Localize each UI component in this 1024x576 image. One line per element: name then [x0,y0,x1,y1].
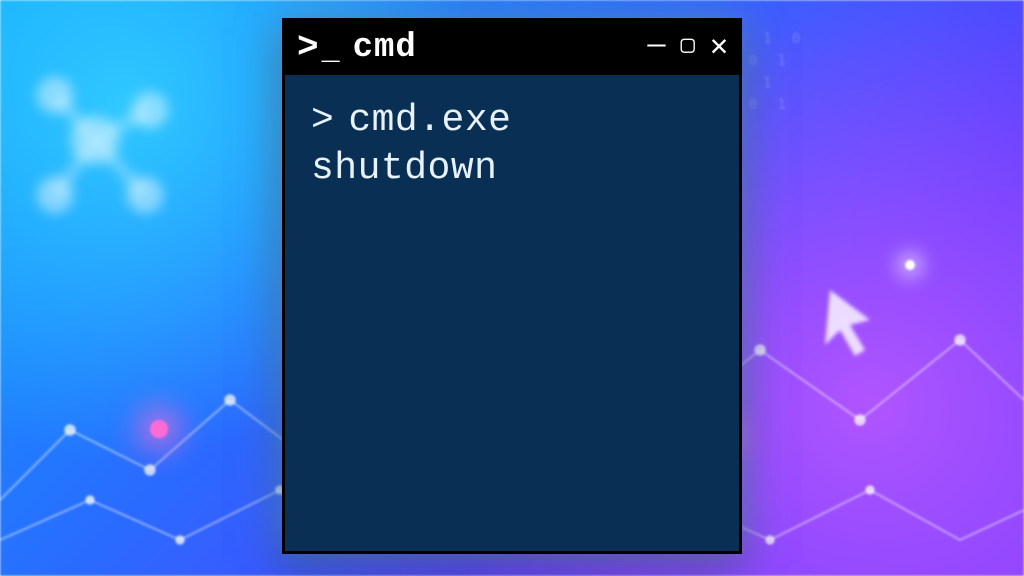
window-title: cmd [353,29,648,67]
prompt-symbol: > [311,99,334,142]
window-titlebar[interactable]: >_ cmd — ▢ ✕ [285,21,739,75]
close-button[interactable]: ✕ [710,33,729,63]
terminal-window: >_ cmd — ▢ ✕ > cmd.exe shutdown [282,18,742,554]
minimize-button[interactable]: — [647,31,666,61]
terminal-prompt-icon: >_ [297,30,341,67]
command-text-line1: cmd.exe [348,99,511,142]
command-text-line2: shutdown [311,147,497,190]
terminal-body[interactable]: > cmd.exe shutdown [285,75,739,214]
maximize-button[interactable]: ▢ [680,35,695,65]
